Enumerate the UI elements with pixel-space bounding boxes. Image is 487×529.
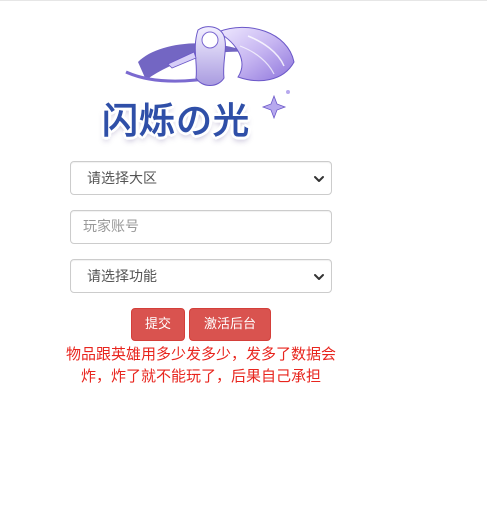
region-select-value: 请选择大区 bbox=[87, 171, 157, 187]
warning-text: 物品跟英雄用多少发多少，发多了数据会炸，炸了就不能玩了，后果自己承担 bbox=[66, 345, 337, 385]
submit-button[interactable]: 提交 bbox=[131, 308, 185, 341]
activate-backend-button[interactable]: 激活后台 bbox=[189, 308, 271, 341]
region-select[interactable]: 请选择大区 bbox=[70, 161, 332, 195]
chevron-down-icon bbox=[314, 176, 324, 182]
top-divider bbox=[0, 0, 487, 1]
game-logo: 闪烁の光 bbox=[98, 22, 298, 142]
logo-title: 闪烁の光 bbox=[102, 100, 251, 142]
chevron-down-icon bbox=[314, 274, 324, 280]
function-select-value: 请选择功能 bbox=[87, 269, 157, 285]
account-input[interactable] bbox=[70, 210, 332, 244]
function-select[interactable]: 请选择功能 bbox=[70, 259, 332, 293]
